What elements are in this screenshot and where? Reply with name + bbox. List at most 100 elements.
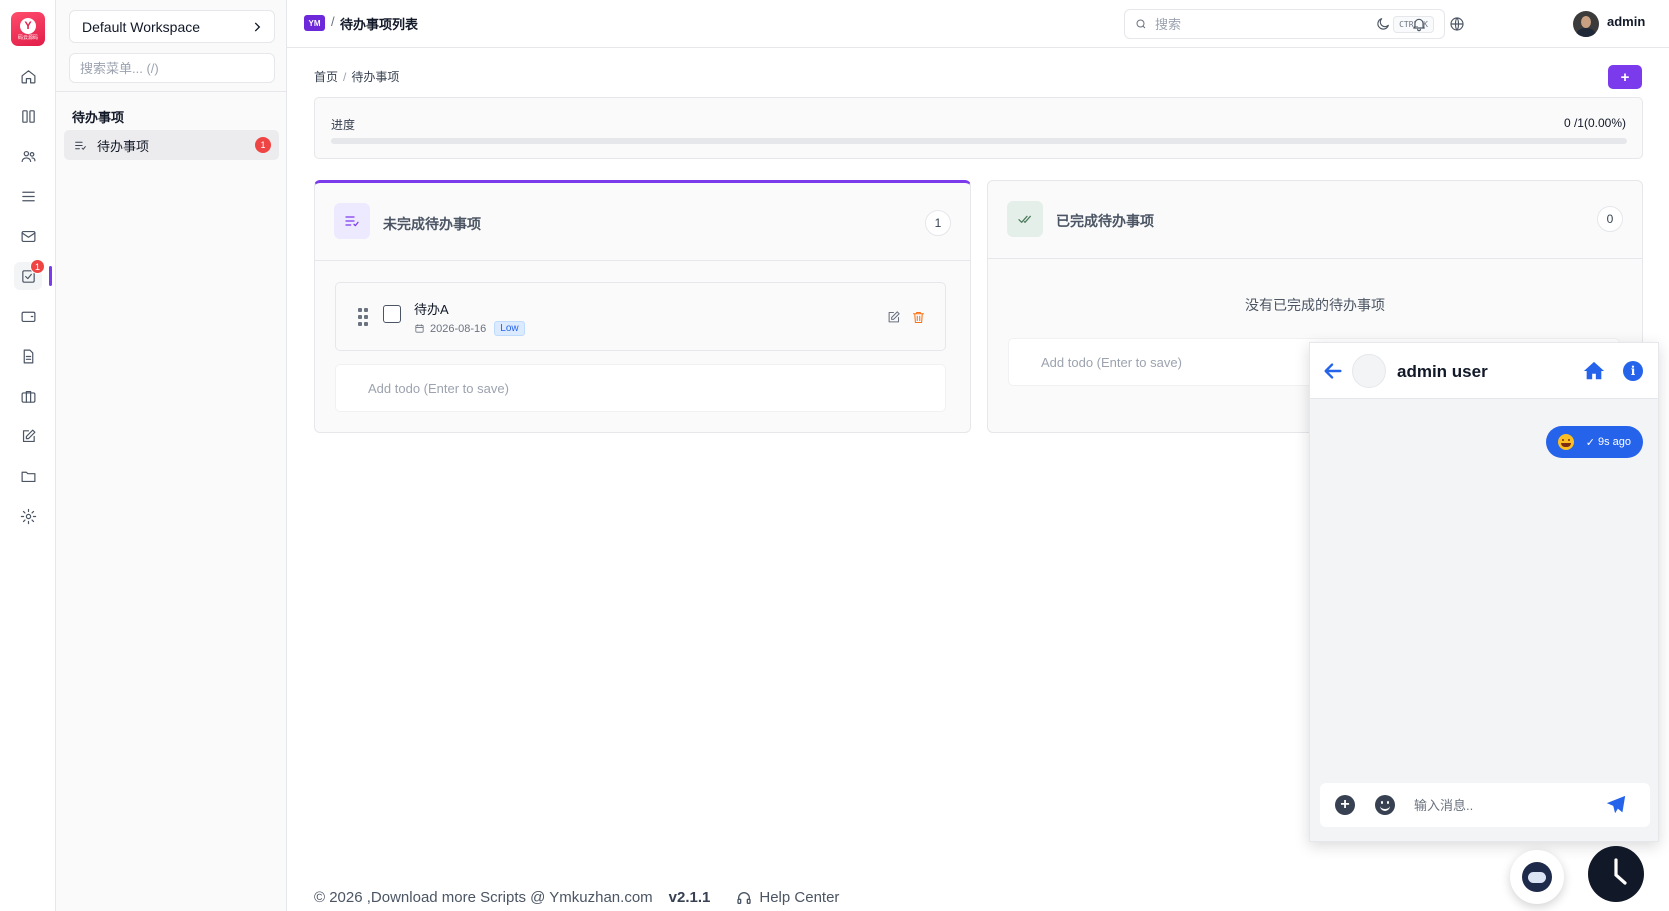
headset-icon: [737, 891, 752, 904]
rail-document[interactable]: [14, 342, 42, 370]
pending-column-title: 未完成待办事项: [383, 216, 481, 232]
workspace-switcher[interactable]: Default Workspace: [69, 10, 275, 43]
calendar-icon: [415, 324, 424, 333]
rail-mail[interactable]: [14, 222, 42, 250]
top-header: YM / 待办事项列表 CTRL K admin: [287, 0, 1669, 48]
notifications-button[interactable]: [1409, 14, 1429, 34]
double-check-icon: [1018, 215, 1031, 223]
breadcrumb-separator: /: [343, 70, 347, 84]
menu-item-label: 待办事项: [97, 138, 150, 154]
clock-icon: [1614, 858, 1627, 885]
chat-send-button[interactable]: [1604, 794, 1628, 816]
pending-icon-box: [334, 203, 370, 239]
done-column-header: 已完成待办事项 0: [988, 181, 1642, 259]
rail-columns[interactable]: [14, 102, 42, 130]
todo-name: 待办A: [414, 302, 449, 317]
rail-edit[interactable]: [14, 422, 42, 450]
logo-mark-icon: Y: [20, 17, 36, 34]
todo-checkbox[interactable]: [383, 305, 401, 323]
menu-lines-icon: [21, 191, 35, 201]
global-search[interactable]: CTRL K: [1124, 9, 1445, 39]
chat-message-input[interactable]: [1414, 794, 1584, 816]
add-todo-button[interactable]: +: [1608, 65, 1642, 89]
chat-input-bar: +: [1320, 783, 1650, 827]
app-tag: YM: [304, 15, 325, 31]
wallet-icon: [21, 311, 35, 322]
user-avatar[interactable]: [1573, 11, 1599, 37]
mail-icon: [21, 230, 35, 242]
plus-circle-icon[interactable]: +: [1335, 795, 1355, 815]
progress-value: 0 /1(0.00%): [1563, 116, 1626, 130]
app-logo[interactable]: Y 码云源码: [11, 12, 45, 46]
drag-handle-icon[interactable]: [358, 308, 368, 326]
send-icon: [1606, 795, 1626, 814]
rail-list[interactable]: [14, 182, 42, 210]
todo-date: 2026-08-16: [430, 322, 487, 335]
columns-icon: [21, 109, 35, 123]
arrow-left-icon: [1324, 363, 1342, 379]
briefcase-icon: [21, 390, 35, 403]
pending-column: 未完成待办事项 1 待办A 2026-08-16 Low: [314, 180, 971, 433]
pending-add-todo-input[interactable]: [335, 364, 946, 412]
chat-home-button[interactable]: [1582, 360, 1606, 382]
folder-icon: [21, 471, 35, 482]
rail-settings[interactable]: [14, 502, 42, 530]
grinning-emoji-icon: [1557, 434, 1574, 450]
done-count-badge: 0: [1597, 206, 1623, 232]
todo-priority-badge: Low: [494, 321, 525, 336]
header-separator: /: [331, 14, 335, 29]
edit-icon: [888, 311, 900, 323]
theme-toggle[interactable]: [1373, 14, 1393, 34]
menu-divider: [56, 91, 287, 92]
progress-label: 进度: [331, 118, 356, 132]
file-text-icon: [23, 349, 33, 363]
chat-message-time: 9s ago: [1597, 436, 1631, 448]
support-chat-button[interactable]: [1510, 850, 1564, 904]
menu-group-title: 待办事项: [72, 110, 125, 125]
global-search-input[interactable]: [1155, 16, 1375, 32]
todo-item[interactable]: 待办A 2026-08-16 Low: [335, 282, 946, 351]
user-name[interactable]: admin: [1607, 14, 1645, 29]
footer-copyright[interactable]: © 2026 ,Download more Scripts @ Ymkuzhan…: [314, 889, 653, 906]
rail-home[interactable]: [14, 62, 42, 90]
home-icon: [21, 69, 35, 83]
clock-button[interactable]: [1588, 846, 1644, 902]
chat-header: admin user i: [1310, 343, 1658, 399]
edit-icon: [22, 429, 35, 442]
chat-back-button[interactable]: [1322, 360, 1344, 382]
avatar-body: [1576, 28, 1596, 37]
list-check-icon: [75, 141, 86, 150]
rail-wallet[interactable]: [14, 302, 42, 330]
rail-briefcase[interactable]: [14, 382, 42, 410]
todo-edit-button[interactable]: [886, 310, 902, 326]
breadcrumb-home[interactable]: 首页: [314, 70, 338, 84]
help-center-label: Help Center: [759, 889, 840, 906]
rail-users[interactable]: [14, 142, 42, 170]
rail-active-indicator: [49, 266, 52, 286]
globe-icon: [1450, 17, 1464, 31]
menu-search-input[interactable]: [69, 53, 275, 83]
done-empty-message: 没有已完成的待办事项: [1245, 297, 1385, 313]
chat-contact-name: admin user: [1397, 362, 1488, 381]
avatar-face: [1581, 16, 1591, 28]
breadcrumb: 首页 / 待办事项: [314, 68, 399, 85]
progress-track: [331, 138, 1627, 144]
sent-check-icon: ✓: [1585, 436, 1595, 449]
footer: © 2026 ,Download more Scripts @ Ymkuzhan…: [314, 889, 839, 906]
help-center-link[interactable]: Help Center: [736, 889, 839, 906]
menu-item-todo[interactable]: 待办事项 1: [64, 130, 279, 160]
emoji-picker-icon[interactable]: [1375, 795, 1395, 815]
trash-icon: [912, 311, 925, 324]
icon-rail: Y 码云源码 1: [0, 0, 56, 911]
rail-folder[interactable]: [14, 462, 42, 490]
workspace-name: Default Workspace: [82, 18, 201, 35]
progress-card: 进度 0 /1(0.00%): [314, 97, 1643, 159]
users-icon: [21, 150, 35, 162]
info-icon[interactable]: i: [1623, 361, 1643, 381]
todo-delete-button[interactable]: [911, 310, 927, 326]
chat-widget: admin user i ✓ 9s ago +: [1309, 342, 1659, 842]
language-button[interactable]: [1447, 14, 1467, 34]
bell-icon: [1413, 18, 1425, 32]
page-title: 待办事项列表: [340, 17, 419, 32]
search-icon: [1136, 19, 1146, 29]
